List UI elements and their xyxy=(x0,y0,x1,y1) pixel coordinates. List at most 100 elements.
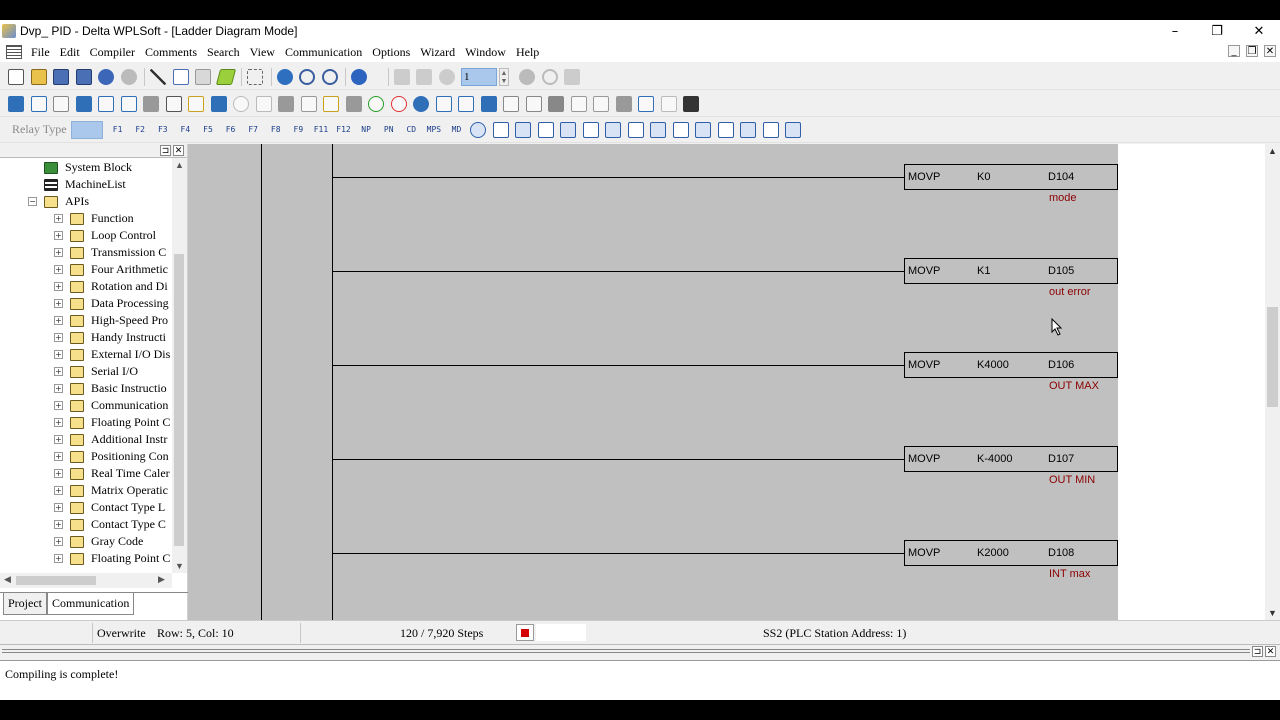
tree-item[interactable]: − APIs xyxy=(28,193,89,210)
table-icon[interactable] xyxy=(165,95,182,112)
close-icon[interactable]: ✕ xyxy=(1238,20,1280,42)
menu-search[interactable]: Search xyxy=(202,45,245,60)
monitor-off-icon[interactable] xyxy=(255,95,272,112)
relay-icon[interactable] xyxy=(785,121,802,138)
pin-icon[interactable]: ⊐ xyxy=(1252,646,1263,657)
coil-icon[interactable] xyxy=(470,121,487,138)
replace-icon[interactable] xyxy=(638,95,654,112)
message-icon[interactable] xyxy=(717,121,734,138)
move-icon[interactable] xyxy=(605,121,622,138)
rung-up-icon[interactable] xyxy=(650,121,667,138)
cd-button[interactable]: CD xyxy=(402,122,420,138)
step-table-icon[interactable] xyxy=(570,95,587,112)
search-device-icon[interactable] xyxy=(615,95,632,112)
cascade-icon[interactable] xyxy=(762,121,779,138)
list-icon[interactable] xyxy=(188,95,204,112)
np-button[interactable]: NP xyxy=(357,122,375,138)
tree-item[interactable]: + Loop Control xyxy=(54,227,156,244)
mps-button[interactable]: MPS xyxy=(425,122,443,138)
register-icon[interactable] xyxy=(300,95,317,112)
instruction-block[interactable]: MOVP K0 D104 xyxy=(904,164,1118,190)
tree-expander-icon[interactable]: − xyxy=(28,197,37,206)
tree-expander-icon[interactable]: + xyxy=(54,384,63,393)
device-table-icon[interactable] xyxy=(548,95,564,112)
open-file-icon[interactable] xyxy=(30,68,47,85)
settings-icon[interactable] xyxy=(683,95,699,112)
tree-item[interactable]: + Floating Point C xyxy=(54,414,170,431)
menu-communication[interactable]: Communication xyxy=(280,45,367,60)
stop-icon[interactable] xyxy=(519,68,535,85)
zoom-icon[interactable] xyxy=(276,68,293,85)
tree-item[interactable]: + Function xyxy=(54,210,134,227)
mdi-minimize-icon[interactable]: _ xyxy=(1228,45,1240,57)
f7-output-button[interactable]: F7 xyxy=(244,122,262,138)
new-file-icon[interactable] xyxy=(8,68,24,85)
tree-expander-icon[interactable]: + xyxy=(54,486,63,495)
pin-icon[interactable]: ⊐ xyxy=(160,145,171,156)
step-input[interactable]: 1 xyxy=(461,67,497,86)
tree-item[interactable]: + Additional Instr xyxy=(54,431,167,448)
tree-expander-icon[interactable]: + xyxy=(54,350,63,359)
scroll-right-icon[interactable]: ▶ xyxy=(158,574,165,585)
edit-mode-icon[interactable] xyxy=(75,95,92,112)
f5-contact-button[interactable]: F5 xyxy=(199,122,217,138)
scrollbar-thumb[interactable] xyxy=(16,576,96,585)
menu-file[interactable]: File xyxy=(26,45,55,60)
tab-project[interactable]: Project xyxy=(3,593,47,615)
zoom-fit-icon[interactable] xyxy=(593,95,609,112)
tab-communication[interactable]: Communication xyxy=(47,593,135,615)
document-menu-icon[interactable] xyxy=(6,45,22,59)
timer-icon[interactable] xyxy=(492,121,509,138)
monitor-device-icon[interactable] xyxy=(416,68,432,85)
f4-contact-button[interactable]: F4 xyxy=(176,122,194,138)
pn-button[interactable]: PN xyxy=(380,122,398,138)
tree-vertical-scrollbar[interactable]: ▲ ▼ xyxy=(172,158,187,573)
tree-expander-icon[interactable]: + xyxy=(54,452,63,461)
find-icon[interactable] xyxy=(210,95,227,112)
tree-expander-icon[interactable]: + xyxy=(54,418,63,427)
menu-help[interactable]: Help xyxy=(511,45,544,60)
online-edit-icon[interactable] xyxy=(458,95,474,112)
tree-item[interactable]: + Serial I/O xyxy=(54,363,138,380)
step-spinner[interactable]: ▲ ▼ xyxy=(499,67,509,86)
scroll-down-icon[interactable]: ▼ xyxy=(175,561,184,571)
tree-item[interactable]: + High-Speed Pro xyxy=(54,312,168,329)
instruction-mode-icon[interactable] xyxy=(30,95,47,112)
device-comment-icon[interactable] xyxy=(120,95,137,112)
help-icon[interactable] xyxy=(351,68,367,85)
decompile-icon[interactable] xyxy=(503,95,519,112)
tree-item[interactable]: + Handy Instructi xyxy=(54,329,166,346)
menu-window[interactable]: Window xyxy=(460,45,511,60)
tree-item[interactable]: + Transmission C xyxy=(54,244,166,261)
tree-item[interactable]: + Real Time Caler xyxy=(54,465,170,482)
output-close-icon[interactable]: ✕ xyxy=(1265,646,1276,657)
insert-icon[interactable] xyxy=(740,121,757,138)
undo-icon[interactable] xyxy=(98,68,114,85)
tree-item[interactable]: + Contact Type L xyxy=(54,499,165,516)
tree-expander-icon[interactable]: + xyxy=(54,401,63,410)
api-function-icon[interactable] xyxy=(537,121,554,138)
tree-item[interactable]: MachineList xyxy=(28,176,126,193)
restore-icon[interactable]: ❐ xyxy=(1196,20,1238,42)
f12-line-button[interactable]: F12 xyxy=(335,122,353,138)
tree-item[interactable]: + Matrix Operatic xyxy=(54,482,168,499)
tree-item[interactable]: + Floating Point C xyxy=(54,550,170,567)
eraser-icon[interactable] xyxy=(215,68,236,85)
device-monitor-icon[interactable] xyxy=(278,95,294,112)
tree-item[interactable]: + Basic Instructio xyxy=(54,380,167,397)
ladder-vertical-scrollbar[interactable]: ▲ ▼ xyxy=(1265,144,1280,620)
f6-contact-button[interactable]: F6 xyxy=(222,122,240,138)
scrollbar-thumb[interactable] xyxy=(1267,307,1278,407)
monitor-on-icon[interactable] xyxy=(233,95,249,112)
tree-expander-icon[interactable]: + xyxy=(54,231,63,240)
refresh-icon[interactable] xyxy=(541,68,558,85)
menu-options[interactable]: Options xyxy=(367,45,415,60)
row-comment-icon[interactable] xyxy=(143,95,159,112)
f11-line-button[interactable]: F11 xyxy=(312,122,330,138)
stop-plc-icon[interactable] xyxy=(323,95,339,112)
menu-view[interactable]: View xyxy=(245,45,280,60)
tree-expander-icon[interactable]: + xyxy=(54,520,63,529)
tree-item[interactable]: + External I/O Dis xyxy=(54,346,170,363)
mdi-restore-icon[interactable]: ❐ xyxy=(1246,45,1258,57)
panel-close-icon[interactable]: ✕ xyxy=(173,145,184,156)
